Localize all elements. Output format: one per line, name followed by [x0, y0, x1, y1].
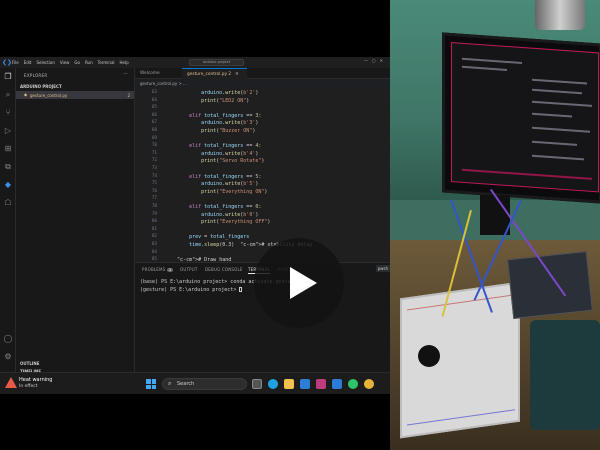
- servo-motor: [530, 320, 600, 430]
- laptop-display: [451, 42, 599, 193]
- menu-help[interactable]: Help: [120, 60, 129, 65]
- tab-label: gesture_control.py 2: [187, 72, 232, 77]
- more-actions-icon[interactable]: ···: [123, 71, 128, 77]
- problems-count-badge: 2: [167, 268, 173, 272]
- tab-label: Welcome: [140, 71, 160, 76]
- extensions-icon[interactable]: ⊞: [3, 144, 13, 154]
- title-bar: ❮❯ File Edit Selection View Go Run Termi…: [0, 57, 390, 68]
- file-explorer-icon[interactable]: [284, 379, 294, 389]
- menu-terminal[interactable]: Terminal: [98, 60, 115, 65]
- terminal-cursor: [239, 287, 243, 292]
- whatsapp-icon[interactable]: [348, 379, 358, 389]
- metal-can: [535, 0, 585, 30]
- weather-alert-title[interactable]: Heat warning: [19, 377, 52, 383]
- chrome-icon[interactable]: [364, 379, 374, 389]
- hp-icon[interactable]: [300, 379, 310, 389]
- start-menu-icon[interactable]: [146, 379, 156, 389]
- search-icon[interactable]: ⌕: [3, 90, 13, 100]
- menu-view[interactable]: View: [60, 60, 70, 65]
- tab-welcome[interactable]: Welcome: [135, 68, 182, 79]
- taskbar-search[interactable]: ⌕ Search: [162, 378, 247, 390]
- project-folder[interactable]: ARDUINO PROJECT: [20, 84, 62, 89]
- python-icon[interactable]: ◆: [3, 180, 13, 190]
- weather-alert-subtitle: In effect: [19, 384, 38, 389]
- tab-gesture-control[interactable]: gesture_control.py 2 ✕: [182, 68, 247, 79]
- command-center[interactable]: arduino project: [189, 59, 244, 66]
- tab-debug-console[interactable]: DEBUG CONSOLE: [205, 267, 243, 272]
- explorer-sidebar: EXPLORER ··· ARDUINO PROJECT ◆ gesture_c…: [16, 68, 135, 374]
- search-label: Search: [177, 381, 195, 387]
- activity-bar: ❐ ⌕ ⑂ ▷ ⊞ ⧉ ◆ ☖ ◯ ⚙: [0, 68, 16, 374]
- terminal-line: (gesture) PS E:\arduino project>: [140, 287, 240, 293]
- vscode-taskbar-icon[interactable]: [332, 379, 342, 389]
- python-file-icon: ◆: [24, 92, 28, 97]
- windows-taskbar: Heat warning In effect ⌕ Search: [0, 372, 390, 394]
- warning-icon[interactable]: [5, 377, 17, 388]
- task-view-icon[interactable]: [252, 379, 262, 389]
- source-control-icon[interactable]: ⑂: [3, 108, 13, 118]
- vscode-logo-icon: ❮❯: [2, 59, 13, 66]
- explorer-icon[interactable]: ❐: [3, 72, 13, 82]
- robot-icon[interactable]: ☖: [3, 198, 13, 208]
- video-play-button[interactable]: [254, 238, 344, 328]
- menu-go[interactable]: Go: [74, 60, 80, 65]
- tab-label: PROBLEMS: [142, 267, 166, 272]
- file-item-gesture-control[interactable]: ◆ gesture_control.py 2: [16, 91, 134, 99]
- menu-run[interactable]: Run: [85, 60, 93, 65]
- remote-icon[interactable]: ⧉: [3, 162, 13, 172]
- tab-output[interactable]: OUTPUT: [180, 267, 198, 272]
- edge-icon[interactable]: [268, 379, 278, 389]
- problem-count-badge: 2: [127, 92, 130, 98]
- outline-section[interactable]: OUTLINE: [20, 361, 40, 366]
- play-icon: [290, 267, 317, 299]
- vscode-window: ❮❯ File Edit Selection View Go Run Termi…: [0, 57, 390, 394]
- window-controls[interactable]: —▢✕: [364, 58, 387, 63]
- arduino-board: [507, 250, 593, 320]
- gear-icon[interactable]: ⚙: [3, 352, 13, 362]
- terminal-prompt[interactable]: (gesture) PS E:\arduino project>: [140, 287, 243, 293]
- run-debug-icon[interactable]: ▷: [3, 126, 13, 136]
- account-icon[interactable]: ◯: [3, 334, 13, 344]
- menu-file[interactable]: File: [12, 60, 19, 65]
- editor-tabs: Welcome gesture_control.py 2 ✕: [135, 68, 390, 79]
- camera-photo: [390, 0, 600, 450]
- file-name: gesture_control.py: [30, 92, 68, 98]
- explorer-heading: EXPLORER: [24, 73, 48, 78]
- close-icon[interactable]: ✕: [235, 72, 239, 77]
- breadcrumb[interactable]: gesture_control.py > ...: [140, 81, 187, 86]
- terminal-shell-label[interactable]: pwsh: [375, 265, 390, 272]
- search-icon: ⌕: [168, 380, 172, 387]
- menu-edit[interactable]: Edit: [24, 60, 32, 65]
- app-icon[interactable]: [316, 379, 326, 389]
- buzzer: [418, 345, 440, 367]
- laptop-screen: [442, 32, 600, 204]
- tab-problems[interactable]: PROBLEMS 2: [142, 267, 173, 272]
- menu-selection[interactable]: Selection: [36, 60, 54, 65]
